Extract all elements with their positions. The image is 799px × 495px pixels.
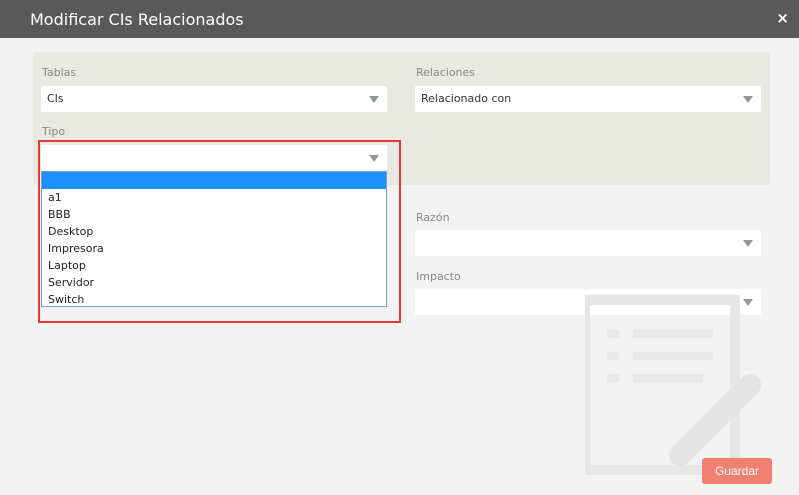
chevron-down-icon	[743, 96, 753, 103]
dropdown-option[interactable]: Desktop	[42, 223, 386, 240]
chevron-down-icon	[743, 240, 753, 247]
relaciones-label: Relaciones	[416, 66, 476, 79]
dialog-title: Modificar CIs Relacionados	[30, 10, 244, 29]
razon-select[interactable]	[415, 230, 761, 256]
impacto-label: Impacto	[416, 270, 461, 283]
dropdown-option[interactable]: Laptop	[42, 257, 386, 274]
tipo-dropdown-list[interactable]: a1 BBB Desktop Impresora Laptop Servidor Switc…	[41, 171, 387, 307]
tipo-label: Tipo	[42, 125, 66, 138]
relaciones-value: Relacionado con	[421, 92, 512, 105]
tablas-select[interactable]: CIs	[41, 86, 387, 112]
chevron-down-icon	[369, 96, 379, 103]
dropdown-option[interactable]: Servidor	[42, 274, 386, 291]
dialog-header: Modificar CIs Relacionados ×	[0, 0, 799, 38]
relaciones-select[interactable]: Relacionado con	[415, 86, 761, 112]
dropdown-option[interactable]	[42, 172, 386, 189]
tablas-value: CIs	[47, 92, 64, 105]
dropdown-option[interactable]: Switch	[42, 291, 386, 308]
tablas-label: Tablas	[42, 66, 77, 79]
dropdown-option[interactable]: a1	[42, 189, 386, 206]
dropdown-option[interactable]: Impresora	[42, 240, 386, 257]
close-icon[interactable]: ×	[776, 8, 789, 28]
save-button[interactable]: Guardar	[702, 458, 772, 484]
dropdown-option[interactable]: BBB	[42, 206, 386, 223]
razon-label: Razón	[416, 211, 450, 224]
